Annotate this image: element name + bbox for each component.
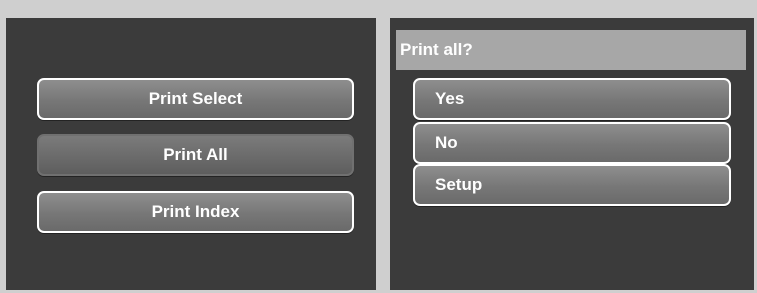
setup-button[interactable]: Setup <box>413 164 731 206</box>
print-index-button[interactable]: Print Index <box>37 191 354 233</box>
print-select-button[interactable]: Print Select <box>37 78 354 120</box>
no-label: No <box>435 133 458 152</box>
yes-button[interactable]: Yes <box>413 78 731 120</box>
print-all-button[interactable]: Print All <box>37 134 354 176</box>
no-button[interactable]: No <box>413 122 731 164</box>
dialog-title: Print all? <box>396 30 746 70</box>
print-all-dialog-panel: Print all? Yes No Setup <box>390 18 754 290</box>
setup-label: Setup <box>435 175 483 194</box>
print-index-label: Print Index <box>151 202 240 221</box>
print-all-label: Print All <box>163 145 228 164</box>
print-select-label: Print Select <box>148 89 243 108</box>
print-menu-panel: Print Select Print All Print Index <box>6 18 376 290</box>
screen-frame: Print Select Print All Print Index Print… <box>0 0 757 293</box>
yes-label: Yes <box>435 89 465 108</box>
